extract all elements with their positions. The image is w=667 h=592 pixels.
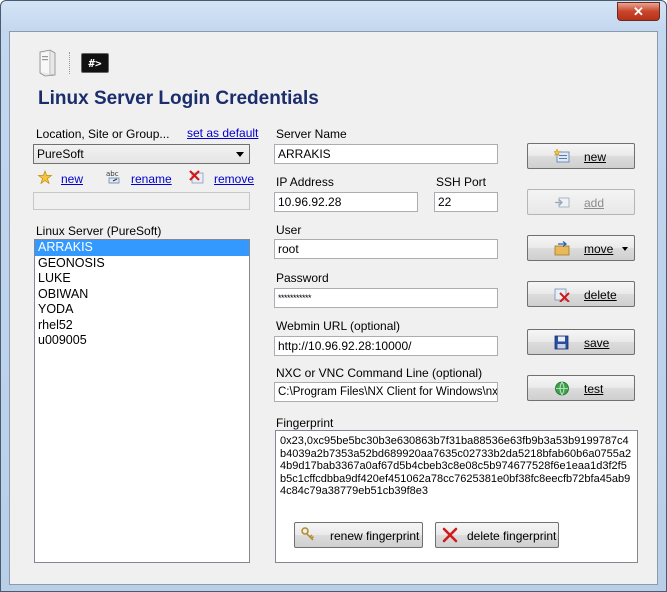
server-list-item[interactable]: rhel52	[35, 318, 249, 334]
move-icon	[554, 241, 570, 256]
location-label: Location, Site or Group...	[36, 127, 170, 141]
renew-fingerprint-label: renew fingerprint	[330, 529, 420, 543]
new-button-label: new	[584, 150, 607, 164]
test-button-label: test	[584, 382, 604, 396]
new-location-icon[interactable]	[37, 170, 53, 186]
webmin-url-label: Webmin URL (optional)	[276, 319, 401, 333]
delete-icon	[554, 288, 570, 302]
set-as-default-link[interactable]: set as default	[187, 126, 258, 140]
new-server-icon	[554, 149, 570, 163]
remove-icon[interactable]	[188, 169, 206, 185]
location-select-value: PureSoft	[37, 147, 84, 161]
save-disk-icon	[554, 335, 569, 350]
save-button-label: save	[584, 336, 610, 350]
server-list-item[interactable]: OBIWAN	[35, 287, 249, 303]
delete-fingerprint-button[interactable]: delete fingerprint	[435, 522, 559, 548]
server-list-item[interactable]: ARRAKIS	[35, 240, 249, 256]
nxc-command-label: NXC or VNC Command Line (optional)	[276, 366, 483, 380]
server-list-item[interactable]: GEONOSIS	[35, 256, 249, 272]
add-button[interactable]: add	[527, 189, 635, 215]
server-list-item[interactable]: YODA	[35, 302, 249, 318]
header-separator	[69, 52, 71, 74]
dialog-body: #> Linux Server Login Credentials Locati…	[9, 31, 658, 585]
rename-location-link[interactable]: rename	[131, 172, 172, 186]
app-window: ✕ #> Linux Server Login Credentials Loca…	[0, 0, 667, 592]
move-button[interactable]: move	[527, 235, 635, 261]
svg-text:abc: abc	[106, 170, 119, 178]
close-button[interactable]: ✕	[617, 2, 660, 21]
ssh-port-input[interactable]: 22	[434, 192, 498, 212]
nxc-command-input[interactable]: C:\Program Files\NX Client for Windows\n…	[274, 382, 498, 402]
dropdown-arrow-icon[interactable]	[622, 247, 628, 251]
move-button-label: move	[584, 242, 614, 256]
page-title: Linux Server Login Credentials	[38, 88, 319, 109]
test-button[interactable]: test	[527, 375, 635, 401]
password-label: Password	[276, 271, 329, 285]
ip-address-label: IP Address	[276, 175, 334, 189]
new-location-link[interactable]: new	[61, 172, 83, 186]
location-status-field	[33, 192, 250, 210]
globe-icon	[555, 381, 569, 396]
new-button[interactable]: new	[527, 143, 635, 169]
user-input[interactable]: root	[274, 239, 498, 259]
terminal-icon: #>	[81, 53, 109, 73]
add-button-label: add	[584, 196, 605, 210]
rename-icon[interactable]: abc	[106, 169, 124, 185]
delete-button[interactable]: delete	[527, 281, 635, 307]
save-button[interactable]: save	[527, 329, 635, 355]
server-list-label: Linux Server (PureSoft)	[36, 224, 162, 238]
remove-location-link[interactable]: remove	[214, 172, 254, 186]
server-name-input[interactable]: ARRAKIS	[274, 144, 498, 164]
webmin-url-input[interactable]: http://10.96.92.28:10000/	[274, 336, 498, 356]
ip-address-input[interactable]: 10.96.92.28	[274, 192, 418, 212]
chevron-down-icon	[236, 152, 244, 157]
location-select[interactable]: PureSoft	[33, 144, 250, 164]
delete-button-label: delete	[584, 288, 617, 302]
renew-fingerprint-button[interactable]: renew fingerprint	[294, 522, 423, 548]
server-list[interactable]: ARRAKIS GEONOSIS LUKE OBIWAN YODA rhel52 u0090…	[34, 239, 250, 563]
fingerprint-text: 0x23,0xc95be5bc30b3e630863b7f31ba88536e6…	[280, 435, 632, 498]
server-name-label: Server Name	[276, 127, 347, 141]
password-input[interactable]: ***********	[274, 288, 498, 308]
server-icon	[39, 49, 56, 77]
title-bar: ✕	[1, 1, 666, 29]
delete-fingerprint-label: delete fingerprint	[467, 529, 557, 543]
fingerprint-label: Fingerprint	[276, 416, 334, 430]
server-list-item[interactable]: u009005	[35, 333, 249, 349]
add-server-icon	[555, 197, 570, 208]
user-label: User	[276, 223, 302, 237]
server-list-item[interactable]: LUKE	[35, 271, 249, 287]
keys-icon	[301, 527, 315, 541]
red-x-icon	[442, 527, 458, 543]
ssh-port-label: SSH Port	[436, 175, 487, 189]
